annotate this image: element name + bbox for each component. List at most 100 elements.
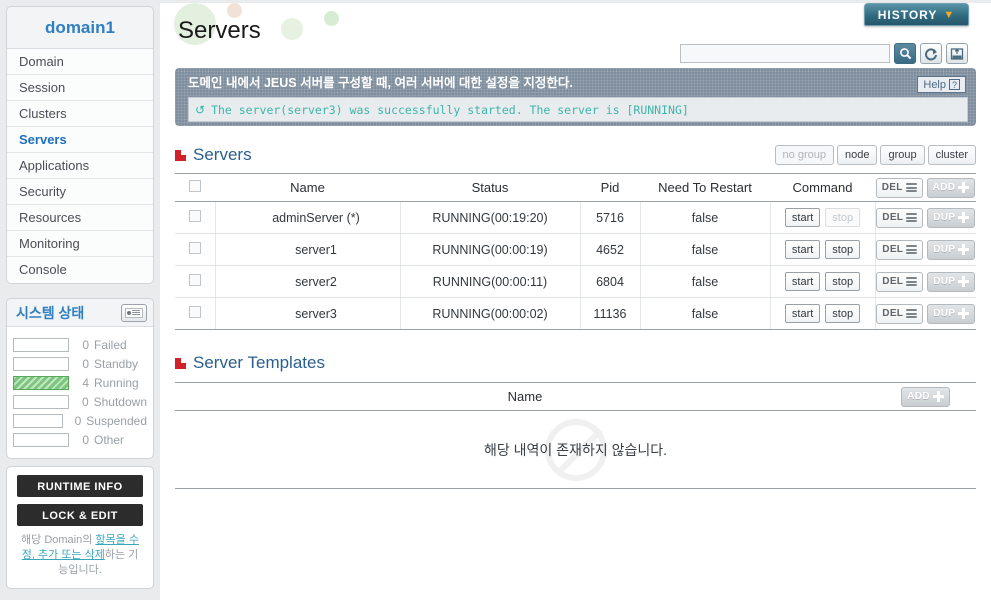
duplicate-row-button[interactable]: DUP: [927, 271, 976, 292]
status-row-other: 0 Other: [13, 430, 147, 449]
delete-row-button[interactable]: DEL: [876, 239, 924, 260]
history-button[interactable]: HISTORY ▼: [864, 3, 969, 26]
cell-row-actions: DEL DUP: [875, 233, 976, 266]
cell-row-actions: DEL DUP: [875, 201, 976, 234]
filter-button-group[interactable]: group: [880, 145, 925, 165]
laptop-icon[interactable]: [121, 303, 147, 322]
cell-need-to-restart: false: [640, 201, 771, 234]
select-all-checkbox[interactable]: [189, 180, 201, 192]
sidebar-item-applications[interactable]: Applications: [7, 153, 153, 179]
delete-row-button[interactable]: DEL: [876, 271, 924, 292]
start-button[interactable]: start: [784, 304, 821, 323]
templates-section-header: Server Templates: [175, 353, 976, 373]
system-status-rows: 0 Failed 0 Standby 4 Running 0 Shutdown …: [7, 327, 153, 458]
duplicate-row-label: DUP: [933, 244, 956, 255]
sidebar-nav-panel: domain1 Domain Session Clusters Servers …: [6, 6, 154, 284]
status-bar-shutdown: [13, 394, 69, 409]
add-template-button[interactable]: ADD: [901, 386, 950, 407]
stack-icon: [906, 212, 918, 223]
sidebar-item-clusters[interactable]: Clusters: [7, 101, 153, 127]
duplicate-row-button[interactable]: DUP: [927, 239, 976, 260]
page-title: Servers: [178, 17, 261, 44]
refresh-icon[interactable]: [920, 43, 942, 64]
empty-state-text: 해당 내역이 존재하지 않습니다.: [484, 441, 667, 458]
search-input[interactable]: [680, 44, 890, 63]
sidebar-item-session[interactable]: Session: [7, 75, 153, 101]
stop-button[interactable]: stop: [825, 240, 861, 259]
start-button[interactable]: start: [784, 208, 821, 227]
add-server-button[interactable]: ADD: [926, 177, 976, 198]
sidebar-desc-link-1[interactable]: 항목: [95, 534, 115, 546]
filter-button-no-group[interactable]: no group: [774, 145, 834, 165]
row-checkbox[interactable]: [188, 242, 201, 254]
status-count-standby: 0: [82, 356, 89, 371]
servers-section-header: Servers no group node group cluster: [175, 145, 976, 165]
sidebar-item-domain[interactable]: Domain: [7, 49, 153, 75]
status-label-other: Other: [94, 432, 125, 447]
status-label-failed: Failed: [94, 337, 127, 352]
question-mark-icon: ?: [949, 79, 960, 90]
status-row-running: 4 Running: [13, 373, 147, 392]
search-icon[interactable]: [894, 43, 916, 64]
table-row[interactable]: adminServer (*) RUNNING(00:19:20) 5716 f…: [175, 201, 976, 234]
templates-table: Name ADD: [175, 382, 976, 411]
plus-icon: [958, 212, 970, 223]
add-template-label: ADD: [907, 391, 930, 402]
row-checkbox[interactable]: [188, 306, 201, 318]
duplicate-row-button[interactable]: DUP: [927, 207, 976, 228]
sidebar-item-resources[interactable]: Resources: [7, 205, 153, 231]
status-label-suspended: Suspended: [86, 413, 147, 428]
plus-icon: [958, 182, 970, 193]
status-message-text: The server(server3) was successfully sta…: [211, 102, 689, 117]
table-row[interactable]: server2 RUNNING(00:00:11) 6804 false sta…: [175, 265, 976, 298]
sidebar-item-servers[interactable]: Servers: [7, 127, 153, 153]
filter-button-cluster[interactable]: cluster: [927, 145, 976, 165]
cell-server-status: RUNNING(00:00:02): [400, 297, 581, 330]
sidebar-item-security[interactable]: Security: [7, 179, 153, 205]
start-button[interactable]: start: [784, 240, 821, 259]
sidebar-item-console[interactable]: Console: [7, 257, 153, 283]
duplicate-row-button[interactable]: DUP: [927, 303, 976, 324]
status-bar-running: [13, 375, 69, 390]
domain-title: domain1: [7, 7, 153, 49]
system-status-header: 시스템 상태: [7, 299, 153, 327]
filter-button-node[interactable]: node: [836, 145, 878, 165]
duplicate-row-label: DUP: [933, 212, 956, 223]
status-bar-other: [13, 432, 69, 447]
xml-export-icon[interactable]: [946, 43, 968, 64]
column-header-name: Name: [215, 173, 400, 202]
stop-button[interactable]: stop: [825, 304, 861, 323]
sidebar-item-monitoring[interactable]: Monitoring: [7, 231, 153, 257]
stop-button[interactable]: stop: [825, 272, 861, 291]
status-message-bar: ↺ The server(server3) was successfully s…: [188, 97, 968, 122]
templates-empty-state: 해당 내역이 존재하지 않습니다.: [175, 411, 976, 489]
cell-server-status: RUNNING(00:19:20): [400, 201, 581, 234]
row-select-cell: [175, 297, 216, 330]
start-button[interactable]: start: [784, 272, 821, 291]
header-actions-cell: DEL ADD: [875, 173, 976, 202]
delete-row-button[interactable]: DEL: [876, 303, 924, 324]
decorative-circle-peach: [227, 3, 242, 18]
table-row[interactable]: server3 RUNNING(00:00:02) 11136 false st…: [175, 297, 976, 330]
servers-table: Name Status Pid Need To Restart Command …: [175, 173, 976, 330]
cell-server-name: server1: [215, 233, 401, 266]
runtime-info-button[interactable]: RUNTIME INFO: [17, 475, 143, 497]
status-row-shutdown: 0 Shutdown: [13, 392, 147, 411]
row-checkbox[interactable]: [188, 210, 201, 222]
row-checkbox[interactable]: [188, 274, 201, 286]
templates-table-header-row: Name ADD: [175, 382, 976, 411]
delete-selected-button[interactable]: DEL: [875, 177, 923, 198]
stack-icon: [906, 276, 918, 287]
cell-server-status: RUNNING(00:00:19): [400, 233, 581, 266]
row-select-cell: [175, 201, 216, 234]
delete-row-button[interactable]: DEL: [876, 207, 924, 228]
delete-row-label: DEL: [882, 276, 904, 287]
table-row[interactable]: server1 RUNNING(00:00:19) 4652 false sta…: [175, 233, 976, 266]
plus-icon: [958, 244, 970, 255]
delete-row-label: DEL: [882, 244, 904, 255]
cell-server-pid: 6804: [580, 265, 641, 298]
help-button[interactable]: Help ?: [917, 76, 966, 93]
sidebar-desc-link-3[interactable]: 제: [95, 549, 105, 561]
lock-and-edit-button[interactable]: LOCK & EDIT: [17, 504, 143, 526]
delete-selected-label: DEL: [881, 182, 903, 193]
